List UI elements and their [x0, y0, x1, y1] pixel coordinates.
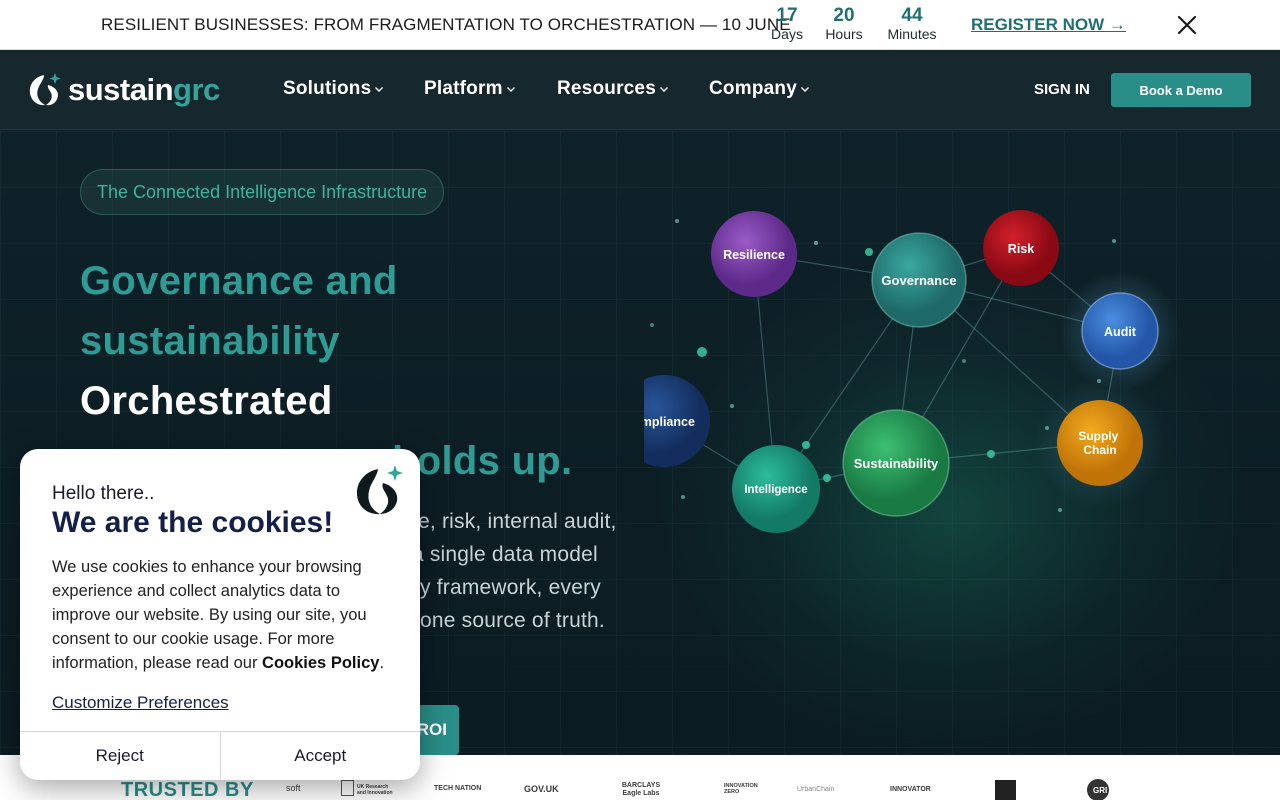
- nav-item-company[interactable]: Company: [709, 78, 810, 100]
- chevron-down-icon: [506, 87, 515, 92]
- hero-headline-line1: Governance and: [80, 259, 398, 303]
- announcement-text: RESILIENT BUSINESSES: FROM FRAGMENTATION…: [101, 15, 791, 34]
- node-compliance-label: ompliance: [644, 415, 695, 429]
- node-supply-chain[interactable]: Supply Chain: [1035, 378, 1165, 508]
- nav-item-label: Resources: [557, 78, 656, 99]
- hero-body-line1: e, risk, internal audit,: [418, 510, 617, 533]
- cookie-brand-icon: [356, 465, 403, 515]
- hero-body-line2: n a single data model: [394, 543, 598, 566]
- logo-wordmark: sustaingrc: [68, 72, 220, 108]
- logo-wordmark-part1: sustain: [68, 72, 174, 107]
- capability-network-diagram: Resilience Governance Risk Audit omplian…: [644, 210, 1180, 533]
- register-now-link[interactable]: REGISTER NOW →: [971, 15, 1126, 35]
- nav-item-label: Solutions: [283, 78, 372, 99]
- countdown-days-unit: Days: [771, 26, 803, 42]
- trusted-by-label: TRUSTED BY: [121, 779, 254, 800]
- reject-cookies-button[interactable]: Reject: [20, 732, 221, 780]
- partner-logo-soft: soft: [286, 783, 301, 793]
- chevron-down-icon: [800, 87, 809, 92]
- hero-headline-line3: Orchestrated: [80, 379, 333, 423]
- countdown-hours: 20 Hours: [814, 5, 874, 43]
- node-sustainability-label: Sustainability: [854, 456, 939, 471]
- cookie-consent-dialog: Hello there.. We are the cookies! We use…: [20, 449, 420, 780]
- nav-item-label: Company: [709, 78, 797, 99]
- hero-tagline-pill: The Connected Intelligence Infrastructur…: [80, 169, 445, 215]
- cookie-body: We use cookies to enhance your browsing …: [52, 555, 402, 675]
- partner-logo-innovation-zero: INNOVATION ZERO: [724, 783, 758, 795]
- partner-logo-ukri: UK Research and Innovation: [357, 784, 393, 796]
- cookie-body-end: .: [379, 654, 385, 672]
- partner-logo-gov-uk: GOV.UK: [524, 784, 559, 794]
- nav-item-solutions[interactable]: Solutions: [283, 78, 384, 100]
- chevron-down-icon: [659, 87, 668, 92]
- hero-body-line3: y framework, every: [420, 576, 601, 599]
- countdown-days: 17 Days: [757, 5, 817, 43]
- logo[interactable]: sustaingrc: [28, 71, 220, 109]
- node-supply-chain-label-line1: Supply: [1078, 429, 1118, 443]
- logo-mark-icon: [29, 73, 61, 106]
- node-resilience[interactable]: Resilience: [711, 211, 797, 297]
- nav-item-platform[interactable]: Platform: [424, 78, 516, 100]
- accept-cookies-button[interactable]: Accept: [221, 732, 421, 780]
- logo-wordmark-part2: grc: [173, 72, 220, 107]
- cookie-greeting: Hello there..: [52, 483, 155, 504]
- sign-in-link[interactable]: SIGN IN: [1034, 81, 1090, 98]
- node-intelligence-label: Intelligence: [744, 484, 807, 496]
- book-demo-button[interactable]: Book a Demo: [1111, 73, 1251, 107]
- partner-logo-gri: GRI: [1093, 786, 1108, 795]
- chevron-down-icon: [375, 87, 384, 92]
- close-icon[interactable]: [1172, 10, 1202, 40]
- hero-headline-line2: sustainability: [80, 319, 340, 363]
- node-risk-label: Risk: [1008, 242, 1034, 256]
- cookie-title: We are the cookies!: [52, 506, 334, 539]
- countdown-days-value: 17: [776, 5, 798, 26]
- countdown-hours-unit: Hours: [825, 26, 863, 42]
- cookie-actions: Reject Accept: [20, 731, 420, 780]
- node-compliance[interactable]: ompliance: [644, 375, 710, 467]
- node-sustainability[interactable]: Sustainability: [842, 409, 950, 517]
- partner-logo-dark-badge: [995, 780, 1016, 800]
- announcement-bar: RESILIENT BUSINESSES: FROM FRAGMENTATION…: [0, 0, 1280, 50]
- main-navbar: sustaingrc Solutions Platform Resources …: [0, 50, 1280, 130]
- partner-logo-innovator: INNOVATOR: [890, 786, 931, 793]
- node-intelligence[interactable]: Intelligence: [732, 445, 820, 533]
- nav-item-label: Platform: [424, 78, 503, 99]
- node-supply-chain-label-line2: Chain: [1083, 443, 1116, 457]
- node-governance-label: Governance: [881, 273, 956, 288]
- countdown-minutes-unit: Minutes: [887, 26, 937, 42]
- hero-body-line4: one source of truth.: [420, 609, 605, 632]
- node-resilience-label: Resilience: [723, 248, 785, 262]
- node-governance[interactable]: Governance: [871, 232, 967, 328]
- node-audit[interactable]: Audit: [1060, 271, 1180, 391]
- node-audit-label: Audit: [1104, 325, 1137, 339]
- countdown-minutes-value: 44: [901, 5, 923, 26]
- countdown-minutes: 44 Minutes: [882, 5, 942, 43]
- nav-item-resources[interactable]: Resources: [557, 78, 669, 100]
- node-supply-chain-label: Supply Chain: [1078, 429, 1121, 457]
- countdown-hours-value: 20: [833, 5, 855, 26]
- partner-logo-ukri-mark: [341, 780, 354, 796]
- cookies-policy-link[interactable]: Cookies Policy: [262, 654, 379, 672]
- customize-preferences-link[interactable]: Customize Preferences: [52, 693, 229, 713]
- partner-logo-urbanchain: UrbanChain: [797, 786, 835, 793]
- partner-logo-barclays: BARCLAYS Eagle Labs: [621, 782, 661, 797]
- node-risk[interactable]: Risk: [983, 210, 1059, 286]
- partner-logo-tech-nation: TECH NATION: [434, 785, 482, 792]
